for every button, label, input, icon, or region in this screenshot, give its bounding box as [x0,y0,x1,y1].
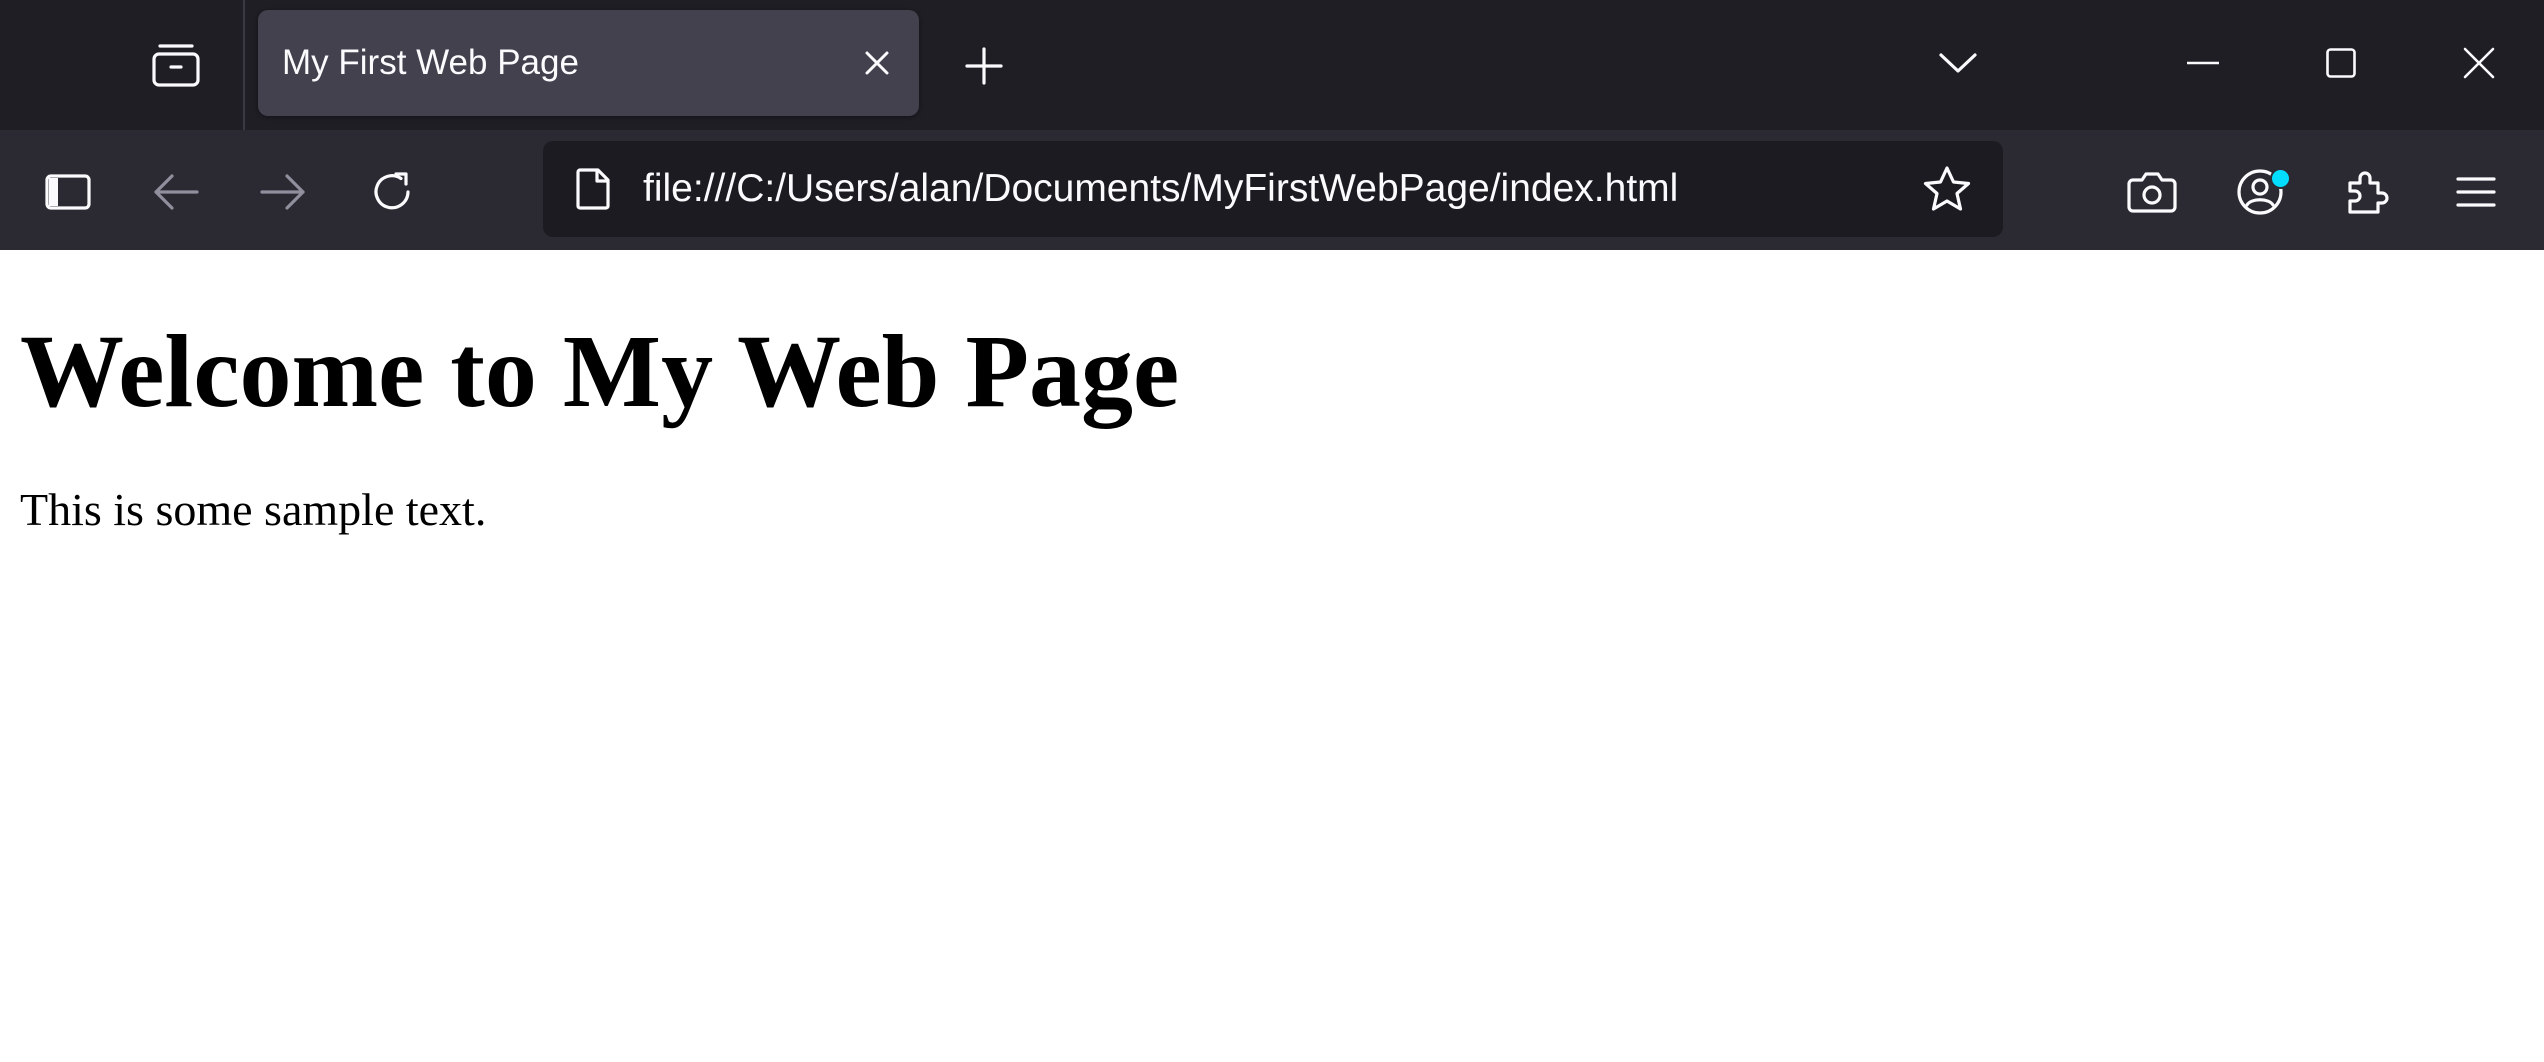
sidebar-icon [45,174,91,210]
puzzle-icon [2346,169,2390,215]
close-tab-button[interactable] [853,39,901,87]
star-icon [1922,165,1972,213]
tab-strip: My First Web Page [0,0,2544,130]
url-input[interactable]: file:///C:/Users/alan/Documents/MyFirstW… [643,141,1873,237]
list-all-tabs-button[interactable] [1928,35,1988,91]
close-icon [2463,47,2495,79]
screenshot-button[interactable] [2120,160,2184,224]
tabstrip-divider [243,0,245,130]
plus-icon [965,47,1003,85]
minimize-button[interactable] [2168,30,2238,96]
forward-button[interactable] [251,160,315,224]
extensions-button[interactable] [2336,160,2400,224]
back-button[interactable] [144,160,208,224]
tab-manager-icon [151,42,201,88]
notification-badge [2270,168,2291,189]
hamburger-menu-icon [2456,176,2496,208]
close-icon [864,50,890,76]
account-button[interactable] [2228,160,2292,224]
page-paragraph: This is some sample text. [20,484,487,535]
page-heading: Welcome to My Web Page [20,314,1180,429]
application-menu-button[interactable] [2444,160,2508,224]
page-icon [567,163,619,215]
arrow-right-icon [260,173,306,211]
maximize-icon [2326,48,2356,78]
navigation-toolbar: file:///C:/Users/alan/Documents/MyFirstW… [0,130,2544,250]
minimize-icon [2187,61,2219,65]
arrow-left-icon [153,173,199,211]
address-bar[interactable]: file:///C:/Users/alan/Documents/MyFirstW… [543,141,2003,237]
chevron-down-icon [1938,51,1978,75]
tab-active[interactable]: My First Web Page [258,10,919,116]
reload-button[interactable] [360,160,424,224]
close-window-button[interactable] [2444,30,2514,96]
sidebar-button[interactable] [36,160,100,224]
camera-icon [2127,171,2177,213]
bookmark-button[interactable] [1917,159,1977,219]
new-tab-button[interactable] [956,38,1012,94]
tab-manager-button[interactable] [140,35,212,95]
maximize-button[interactable] [2306,30,2376,96]
page-content: Welcome to My Web Page This is some samp… [0,250,2544,1062]
reload-icon [370,170,414,214]
tab-title: My First Web Page [282,43,579,82]
